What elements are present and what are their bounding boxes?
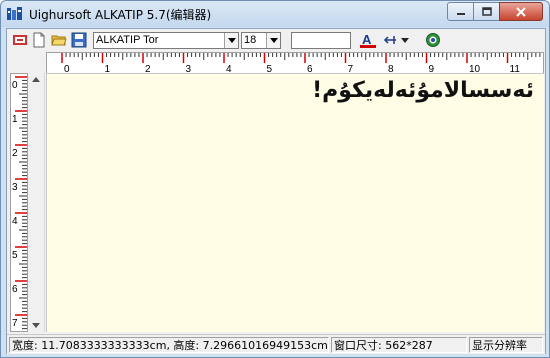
search-input[interactable] (291, 32, 351, 49)
h-ruler-label: 0 (64, 64, 70, 73)
editor-text[interactable]: ئەسسالامۇئەلەيكۇم! (312, 78, 534, 103)
h-ruler-label: 11 (510, 64, 521, 73)
status-bar: 宽度: 11.7083333333333cm, 高度: 7.2966101694… (7, 334, 545, 354)
svg-text:A: A (362, 32, 372, 47)
maximize-button[interactable] (473, 2, 500, 21)
v-ruler-label: 0 (12, 80, 18, 91)
client-area: ALKATIP Tor 18 A 0 1 2 3 4 5 6 7 8 9 10 … (6, 28, 546, 354)
web-icon[interactable] (425, 32, 441, 48)
close-button[interactable] (499, 2, 543, 21)
h-ruler-label: 6 (307, 64, 313, 73)
vertical-ruler: 0 1 2 3 4 5 6 7 (10, 73, 28, 332)
main-window: Uighursoft ALKATIP 5.7(编辑器) ALKATIP Tor … (0, 0, 550, 358)
v-ruler-label: 6 (12, 284, 18, 295)
minimize-button[interactable] (447, 2, 474, 21)
h-ruler-label: 5 (267, 64, 273, 73)
save-icon[interactable] (71, 32, 87, 48)
window-title: Uighursoft ALKATIP 5.7(编辑器) (29, 8, 212, 22)
maximize-icon (481, 6, 492, 16)
h-ruler-label: 8 (388, 64, 394, 73)
app-icon (7, 7, 22, 20)
v-ruler-label: 1 (12, 114, 18, 125)
font-name-value: ALKATIP Tor (96, 34, 159, 46)
dropdown-arrow-icon[interactable] (400, 32, 410, 48)
h-ruler-label: 2 (145, 64, 151, 73)
text-direction-icon[interactable] (382, 32, 398, 48)
h-ruler-label: 1 (105, 64, 111, 73)
text-color-icon: A (360, 32, 376, 48)
v-ruler-label: 3 (12, 182, 18, 193)
close-icon (516, 6, 526, 17)
scroll-down-icon[interactable] (32, 323, 40, 328)
h-ruler-label: 4 (226, 64, 232, 73)
scroll-up-icon[interactable] (32, 77, 40, 82)
v-ruler-label: 4 (12, 216, 18, 227)
toolbar: ALKATIP Tor 18 A (7, 29, 545, 52)
h-ruler-label: 10 (469, 64, 481, 73)
v-ruler-label: 2 (12, 148, 18, 159)
v-ruler-label: 7 (12, 318, 18, 329)
status-display-mode: 显示分辨率 (469, 337, 543, 353)
h-ruler-label: 3 (186, 64, 192, 73)
minimize-icon (456, 12, 465, 15)
open-folder-icon[interactable] (51, 32, 67, 48)
h-ruler-label: 7 (348, 64, 354, 73)
text-color-button[interactable]: A (359, 31, 377, 49)
horizontal-ruler: 0 1 2 3 4 5 6 7 8 9 10 11 (46, 52, 544, 75)
h-ruler-label: 9 (429, 64, 435, 73)
chevron-down-icon[interactable] (224, 33, 238, 48)
status-size-info: 宽度: 11.7083333333333cm, 高度: 7.2966101694… (9, 337, 329, 353)
text-editor[interactable]: ئەسسالامۇئەلەيكۇم! (46, 73, 544, 332)
vertical-scrollbar[interactable] (28, 73, 45, 332)
font-name-select[interactable]: ALKATIP Tor (93, 32, 239, 49)
status-window-size: 窗口尺寸: 562*287 (331, 337, 467, 353)
font-size-select[interactable]: 18 (241, 32, 281, 49)
new-file-icon[interactable] (31, 32, 47, 48)
v-ruler-label: 5 (12, 250, 18, 261)
ruler-corner (10, 52, 46, 74)
title-bar[interactable]: Uighursoft ALKATIP 5.7(编辑器) (1, 1, 549, 27)
font-size-value: 18 (244, 34, 257, 46)
app-small-icon[interactable] (12, 32, 28, 48)
chevron-down-icon[interactable] (266, 33, 280, 48)
